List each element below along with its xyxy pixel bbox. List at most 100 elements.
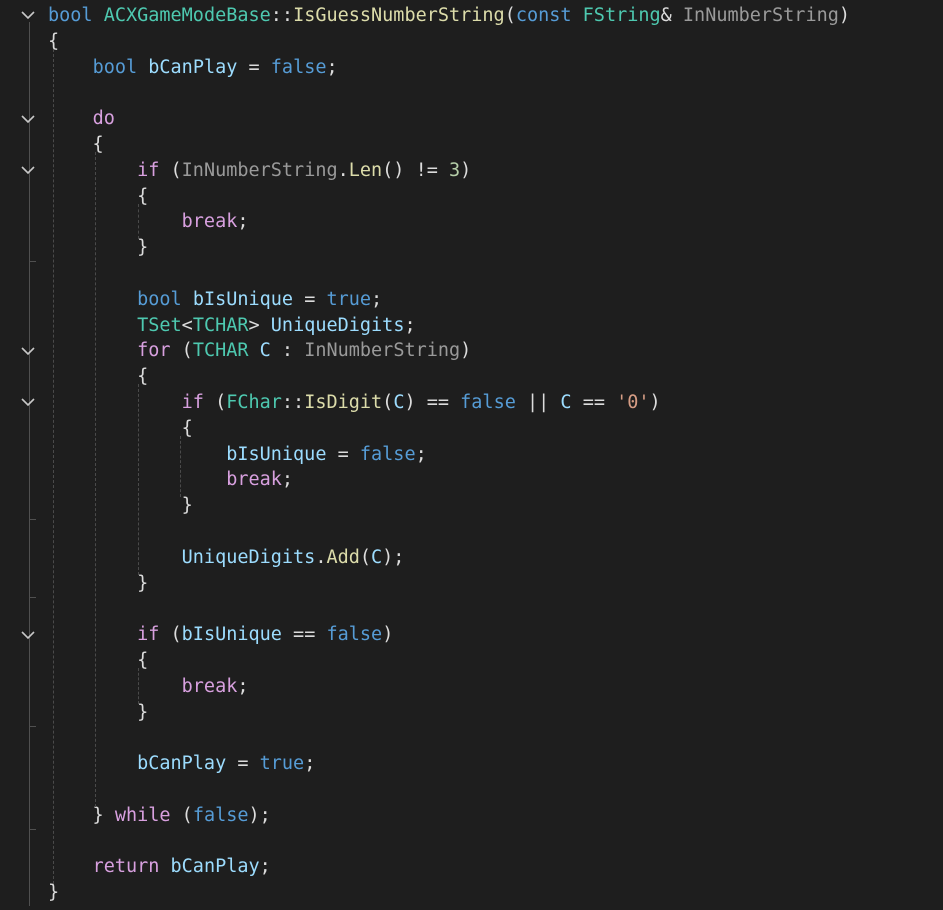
fold-end-marker (29, 828, 36, 830)
code-line[interactable] (48, 596, 938, 622)
code-token: { (48, 185, 149, 207)
indent-guide (137, 203, 139, 240)
code-line[interactable]: break; (48, 467, 938, 493)
code-line[interactable]: return bCanPlay; (48, 854, 938, 880)
fold-gutter (0, 0, 44, 910)
code-token: true (259, 753, 305, 775)
code-line[interactable]: } (48, 571, 938, 597)
code-token: ) == (404, 391, 461, 413)
indent-guide (95, 152, 97, 807)
fold-end-marker (29, 261, 36, 263)
code-editor[interactable]: bool ACXGameModeBase::IsGuessNumberStrin… (0, 0, 943, 910)
code-line[interactable]: } (48, 880, 938, 906)
fold-rail (29, 22, 30, 906)
code-line[interactable]: bCanPlay = true; (48, 751, 938, 777)
code-token: if (181, 391, 204, 413)
code-line[interactable]: { (48, 184, 938, 210)
code-area[interactable]: bool ACXGameModeBase::IsGuessNumberStrin… (48, 3, 938, 906)
chevron-down-icon[interactable] (19, 164, 37, 178)
code-line[interactable]: } (48, 493, 938, 519)
chevron-down-icon[interactable] (19, 112, 37, 126)
chevron-down-icon[interactable] (19, 396, 37, 410)
code-line[interactable] (48, 80, 938, 106)
code-token: for (137, 340, 171, 362)
code-token: bool (137, 288, 182, 310)
code-line[interactable]: { (48, 364, 938, 390)
code-token: ) (460, 159, 472, 181)
code-line[interactable]: if (FChar::IsDigit(C) == false || C == '… (48, 390, 938, 416)
code-token: ) (649, 391, 661, 413)
code-token: ( (382, 391, 394, 413)
code-line[interactable] (48, 261, 938, 287)
code-line[interactable]: { (48, 132, 938, 158)
code-line[interactable]: do (48, 106, 938, 132)
code-token: false (460, 391, 516, 413)
code-line[interactable]: if (InNumberString.Len() != 3) (48, 158, 938, 184)
code-token: ( (504, 5, 516, 26)
code-token: bool (92, 56, 138, 78)
code-token: > (248, 314, 271, 336)
code-token: :: (281, 391, 305, 413)
code-line[interactable]: bool ACXGameModeBase::IsGuessNumberStrin… (48, 3, 938, 29)
code-token: ; (304, 753, 316, 775)
code-token: '0' (616, 391, 650, 413)
code-token: ( (359, 546, 372, 568)
fold-end-marker (29, 725, 36, 727)
code-token: IsDigit (304, 391, 383, 413)
code-line[interactable]: { (48, 29, 938, 55)
code-line[interactable]: } while (false); (48, 803, 938, 829)
chevron-down-icon[interactable] (19, 9, 37, 23)
code-token: ( (159, 624, 182, 646)
fold-end-marker (29, 519, 36, 521)
code-line[interactable]: UniqueDigits.Add(C); (48, 545, 938, 571)
code-line[interactable]: TSet<TCHAR> UniqueDigits; (48, 313, 938, 339)
code-line[interactable]: } (48, 700, 938, 726)
code-line[interactable]: bool bCanPlay = false; (48, 55, 938, 81)
code-token: TCHAR (192, 314, 249, 336)
code-token: ; (371, 288, 383, 310)
indent-guide (53, 48, 54, 885)
indent-guide (137, 668, 139, 704)
code-token: = (293, 288, 327, 310)
chevron-down-icon[interactable] (19, 344, 37, 358)
code-token: ); (248, 804, 271, 826)
code-token: false (326, 624, 383, 646)
code-token: ( (170, 804, 193, 826)
code-token: bCanPlay (170, 856, 260, 878)
code-token: return (92, 856, 160, 878)
code-token: ) (460, 340, 472, 362)
code-token: == (571, 391, 617, 413)
code-token: bCanPlay (148, 56, 238, 78)
code-token: () != (382, 159, 449, 181)
code-line[interactable]: break; (48, 674, 938, 700)
code-line[interactable]: bool bIsUnique = true; (48, 287, 938, 313)
code-token: ; (237, 211, 249, 233)
code-line[interactable]: bIsUnique = false; (48, 442, 938, 468)
code-line[interactable]: if (bIsUnique == false) (48, 622, 938, 648)
code-line[interactable] (48, 725, 938, 751)
code-token: const (515, 5, 572, 26)
code-line[interactable]: } (48, 235, 938, 261)
code-line[interactable] (48, 829, 938, 855)
code-line[interactable] (48, 777, 938, 803)
chevron-down-icon[interactable] (19, 628, 37, 642)
code-line[interactable]: for (TCHAR C : InNumberString) (48, 338, 938, 364)
code-line[interactable] (48, 519, 938, 545)
code-token: bCanPlay (137, 753, 227, 775)
code-token: if (137, 159, 160, 181)
code-token: ACXGameModeBase (103, 5, 271, 26)
code-line[interactable]: break; (48, 209, 938, 235)
indent-guide (137, 384, 139, 575)
code-line[interactable]: { (48, 648, 938, 674)
code-token: FString (582, 5, 661, 26)
code-token: break (181, 675, 238, 697)
code-token: || (515, 391, 561, 413)
code-line[interactable]: { (48, 416, 938, 442)
